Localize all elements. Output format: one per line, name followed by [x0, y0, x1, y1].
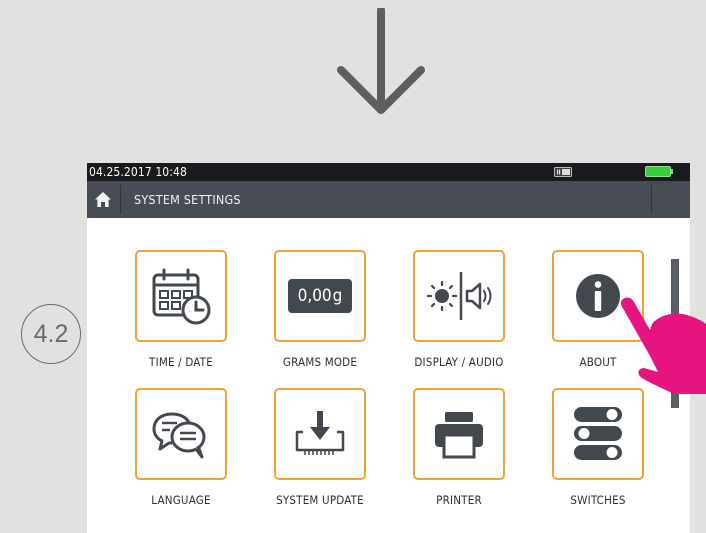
brightness-speaker-icon [426, 272, 492, 320]
tile-printer[interactable] [413, 388, 505, 480]
calendar-clock-icon [152, 268, 211, 325]
title-divider-right [651, 185, 652, 214]
tile-label-system-update: SYSTEM UPDATE [276, 493, 364, 507]
tile-language[interactable] [135, 388, 227, 480]
home-icon [95, 192, 111, 207]
title-divider [120, 185, 121, 214]
battery-icon [645, 166, 671, 177]
tile-label-printer: PRINTER [436, 493, 482, 507]
toggle-switches-icon [574, 407, 622, 460]
tile-label-switches: SWITCHES [570, 493, 626, 507]
tile-system-update[interactable] [274, 388, 366, 480]
device-screen: 04.25.2017 10:48 SYSTEM SETTINGS TIME / … [87, 163, 690, 533]
grams-display-icon: 0,00 g [288, 279, 352, 313]
speech-bubbles-icon [152, 412, 206, 459]
battery-tip [671, 169, 673, 174]
tile-label-grams-mode: GRAMS MODE [282, 355, 358, 369]
pointer-hand-icon [620, 297, 706, 394]
tile-time-date[interactable] [135, 250, 227, 342]
settings-grid: TIME / DATE 0,00 g GRAMS MODE DISPLAY / … [87, 218, 690, 533]
tile-label-time-date: TIME / DATE [149, 355, 213, 369]
sd-card-icon [554, 167, 572, 177]
tile-label-language: LANGUAGE [151, 493, 211, 507]
home-button[interactable] [87, 181, 119, 218]
grams-unit: g [332, 286, 343, 306]
tile-switches[interactable] [552, 388, 644, 480]
tile-label-display-audio: DISPLAY / AUDIO [414, 355, 504, 369]
down-arrow-icon [337, 8, 425, 114]
tile-grams-mode[interactable]: 0,00 g [274, 250, 366, 342]
tile-display-audio[interactable] [413, 250, 505, 342]
info-icon [576, 274, 620, 318]
title-bar: SYSTEM SETTINGS [87, 181, 690, 218]
download-tray-icon [295, 411, 345, 455]
status-bar: 04.25.2017 10:48 [87, 163, 690, 181]
printer-icon [435, 412, 483, 459]
status-datetime: 04.25.2017 10:48 [89, 165, 187, 179]
step-number-badge: 4.2 [21, 304, 81, 364]
grams-value: 0,00 [297, 286, 332, 306]
page-title: SYSTEM SETTINGS [134, 192, 241, 207]
step-number-label: 4.2 [33, 319, 69, 348]
